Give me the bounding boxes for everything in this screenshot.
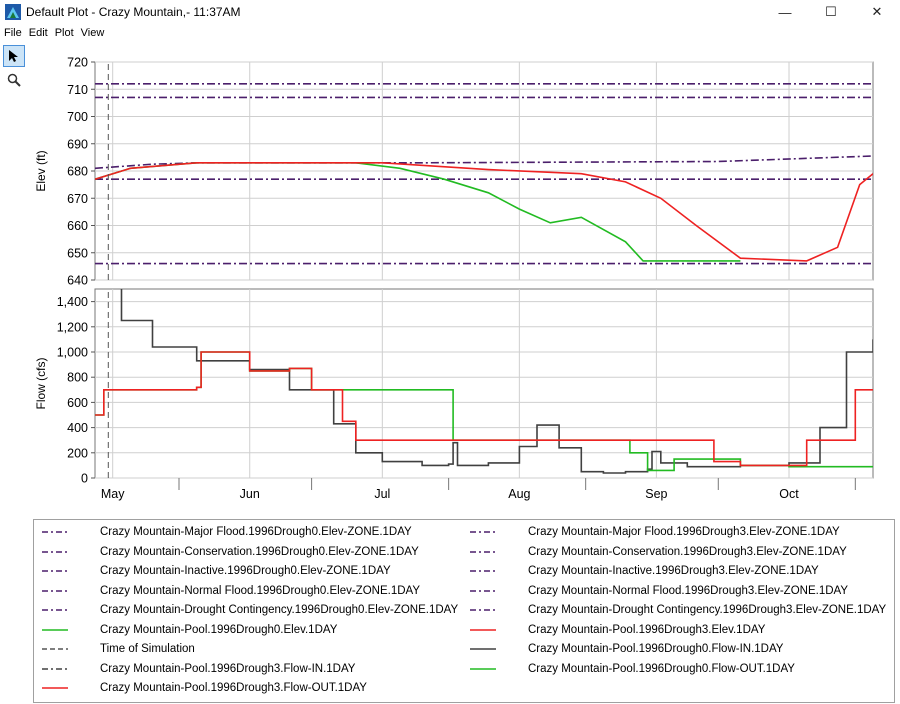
x-tick-label: Sep (645, 487, 667, 501)
legend-swatch (42, 687, 68, 689)
legend-label: Crazy Mountain-Pool.1996Drough0.Elev.1DA… (100, 623, 338, 636)
legend-label: Time of Simulation (100, 643, 195, 655)
x-tick-label: Oct (779, 487, 799, 501)
maximize-button[interactable]: ☐ (808, 0, 854, 24)
y-tick-label: 0 (81, 472, 88, 486)
y-tick-label: 600 (67, 396, 88, 410)
legend-label: Crazy Mountain-Pool.1996Drough0.Flow-IN.… (528, 643, 784, 655)
legend-item[interactable]: Crazy Mountain-Pool.1996Drough0.Flow-OUT… (468, 661, 795, 677)
legend-item[interactable]: Crazy Mountain-Pool.1996Drough0.Elev.1DA… (40, 622, 337, 638)
y-tick-label: 690 (67, 137, 88, 151)
legend-item[interactable]: Crazy Mountain-Drought Contingency.1996D… (468, 602, 886, 618)
x-tick-label: May (101, 487, 125, 501)
legend-item[interactable]: Crazy Mountain-Pool.1996Drough0.Flow-IN.… (468, 641, 783, 657)
menu-bar: File Edit Plot View (0, 25, 900, 41)
legend-swatch (42, 570, 68, 572)
legend-item[interactable]: Crazy Mountain-Inactive.1996Drough3.Elev… (468, 563, 819, 579)
minimize-icon: — (778, 4, 792, 20)
legend-label: Crazy Mountain-Pool.1996Drough3.Flow-OUT… (100, 682, 367, 694)
legend-label: Crazy Mountain-Normal Flood.1996Drough0.… (100, 584, 421, 597)
legend-item[interactable]: Crazy Mountain-Normal Flood.1996Drough0.… (40, 583, 420, 599)
legend-item[interactable]: Crazy Mountain-Conservation.1996Drough3.… (468, 544, 847, 560)
legend-swatch (470, 628, 496, 631)
y-tick-label: 680 (67, 165, 88, 179)
y-tick-label: 650 (67, 246, 88, 260)
legend-label: Crazy Mountain-Inactive.1996Drough0.Elev… (100, 565, 391, 577)
legend-swatch (42, 531, 68, 533)
legend-swatch (470, 550, 496, 553)
y-tick-label: 1,400 (57, 295, 88, 309)
y-tick-label: 640 (67, 274, 88, 288)
legend-item[interactable]: Crazy Mountain-Pool.1996Drough3.Flow-OUT… (40, 680, 367, 696)
legend-label: Crazy Mountain-Conservation.1996Drough3.… (528, 545, 847, 558)
legend-label: Crazy Mountain-Pool.1996Drough0.Flow-OUT… (528, 662, 795, 675)
x-tick-label: Aug (508, 487, 530, 501)
legend-item[interactable]: Crazy Mountain-Pool.1996Drough3.Elev.1DA… (468, 622, 765, 638)
menu-view[interactable]: View (77, 27, 108, 39)
y-tick-label: 710 (67, 83, 88, 97)
legend-swatch (470, 531, 496, 533)
legend-item[interactable]: Crazy Mountain-Conservation.1996Drough0.… (40, 544, 419, 560)
minimize-button[interactable]: — (762, 0, 808, 24)
close-icon: ✕ (871, 4, 883, 19)
menu-file[interactable]: File (0, 27, 25, 39)
legend-label: Crazy Mountain-Pool.1996Drough3.Elev.1DA… (528, 623, 766, 636)
y-tick-label: 670 (67, 192, 88, 206)
legend-swatch (42, 550, 68, 553)
y-tick-label: 1,200 (57, 320, 88, 334)
x-tick-label: Jun (240, 487, 260, 501)
legend-swatch (470, 570, 496, 572)
y-tick-label: 1,000 (57, 346, 88, 360)
window-title: Default Plot - Crazy Mountain,- 11:37AM (26, 5, 241, 19)
x-tick-label: Jul (374, 487, 390, 501)
legend-label: Crazy Mountain-Major Flood.1996Drough3.E… (528, 526, 840, 538)
legend-swatch (470, 589, 496, 592)
legend-label: Crazy Mountain-Major Flood.1996Drough0.E… (100, 526, 412, 538)
y-tick-label: 800 (67, 371, 88, 385)
maximize-icon: ☐ (825, 4, 837, 19)
legend-item[interactable]: Crazy Mountain-Major Flood.1996Drough3.E… (468, 524, 840, 540)
y-tick-label: 720 (67, 56, 88, 70)
legend-label: Crazy Mountain-Normal Flood.1996Drough3.… (528, 584, 849, 597)
menu-edit[interactable]: Edit (25, 27, 51, 39)
legend-swatch (470, 648, 496, 650)
close-button[interactable]: ✕ (854, 0, 900, 24)
legend-label: Crazy Mountain-Drought Contingency.1996D… (528, 604, 887, 616)
legend-panel: Crazy Mountain-Major Flood.1996Drough0.E… (33, 519, 895, 703)
legend-item[interactable]: Crazy Mountain-Drought Contingency.1996D… (40, 602, 458, 618)
legend-label: Crazy Mountain-Inactive.1996Drough3.Elev… (528, 565, 819, 577)
app-icon (5, 4, 21, 20)
y-tick-label: 400 (67, 421, 88, 435)
legend-swatch (470, 667, 496, 670)
chart-panel-flow[interactable]: 0 200 400 600 800 1,000 1,200 1,400 Flow (cfs) Ma… (34, 285, 874, 504)
legend-label: Crazy Mountain-Conservation.1996Drough0.… (100, 545, 419, 558)
window-titlebar: Default Plot - Crazy Mountain,- 11:37AM … (0, 0, 900, 24)
legend-item[interactable]: Crazy Mountain-Normal Flood.1996Drough3.… (468, 583, 848, 599)
legend-swatch (42, 589, 68, 592)
legend-swatch (42, 628, 68, 631)
y-tick-label: 200 (67, 446, 88, 460)
legend-item[interactable]: Time of Simulation (40, 641, 195, 657)
plot-area[interactable]: 640 650 660 670 680 690 700 710 720 Elev (ft) 0 200… (0, 44, 900, 504)
legend-swatch (42, 609, 68, 611)
chart-panel-elev[interactable]: 640 650 660 670 680 690 700 710 720 Elev (ft) (34, 56, 874, 288)
legend-item[interactable]: Crazy Mountain-Pool.1996Drough3.Flow-IN.… (40, 661, 355, 677)
legend-swatch (42, 667, 68, 670)
menu-plot[interactable]: Plot (51, 27, 77, 39)
y-axis-label: Flow (cfs) (34, 358, 48, 410)
plot-frame (94, 288, 874, 479)
legend-swatch (470, 609, 496, 611)
y-axis-label: Elev (ft) (34, 150, 48, 191)
legend-label: Crazy Mountain-Drought Contingency.1996D… (100, 604, 459, 616)
legend-swatch (42, 648, 68, 650)
legend-label: Crazy Mountain-Pool.1996Drough3.Flow-IN.… (100, 662, 356, 675)
y-tick-label: 700 (67, 110, 88, 124)
y-tick-label: 660 (67, 219, 88, 233)
legend-item[interactable]: Crazy Mountain-Major Flood.1996Drough0.E… (40, 524, 412, 540)
legend-item[interactable]: Crazy Mountain-Inactive.1996Drough0.Elev… (40, 563, 391, 579)
